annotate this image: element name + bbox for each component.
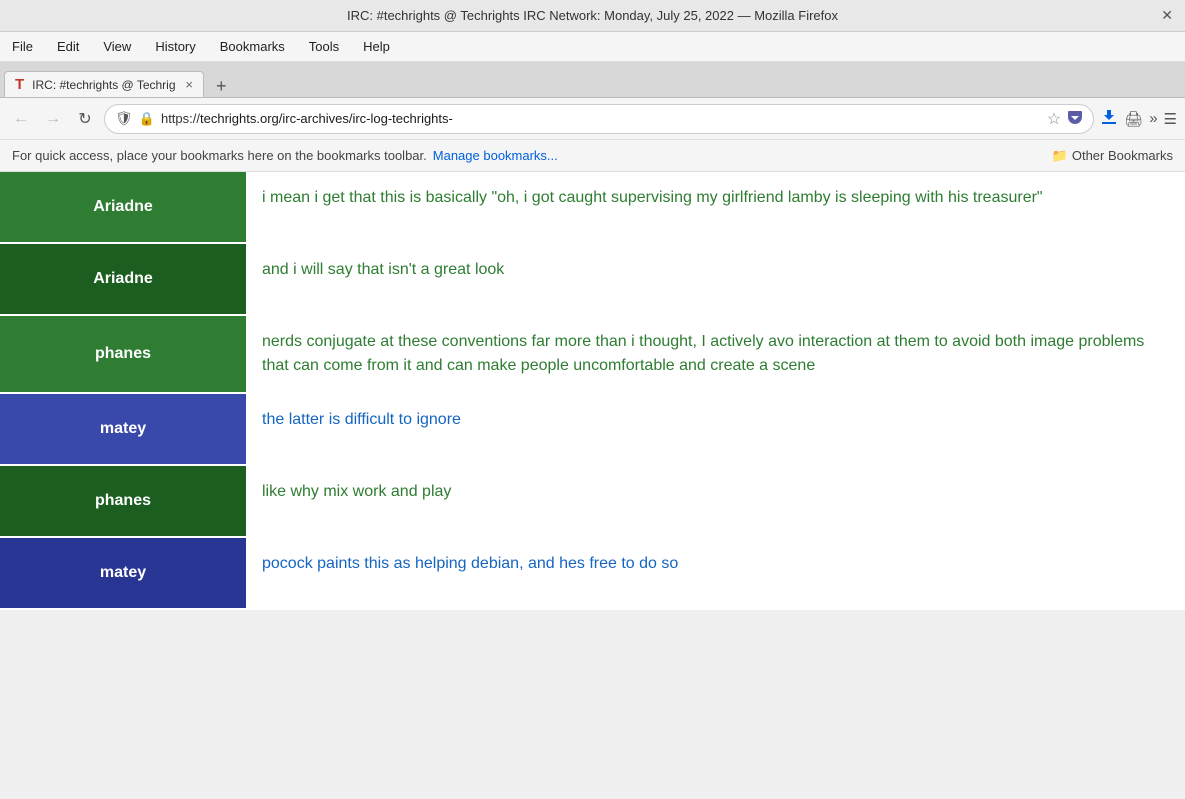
back-button[interactable]: ← <box>8 106 34 132</box>
menu-file[interactable]: File <box>8 37 37 56</box>
address-bar: ← → ↻ 🛡 🔒 https://techrights.org/irc-arc… <box>0 98 1185 140</box>
shield-icon: 🛡 <box>115 110 133 127</box>
chat-nick: Ariadne <box>0 172 246 242</box>
chat-content: Ariadnei mean i get that this is basical… <box>0 172 1185 610</box>
tab-close-button[interactable]: × <box>185 77 193 92</box>
chat-message: the latter is difficult to ignore <box>246 394 1185 464</box>
chat-row: phanesnerds conjugate at these conventio… <box>0 316 1185 394</box>
bookmarks-bar: For quick access, place your bookmarks h… <box>0 140 1185 172</box>
bookmarks-bar-text: For quick access, place your bookmarks h… <box>12 148 427 163</box>
chat-message: and i will say that isn't a great look <box>246 244 1185 314</box>
menu-bar: File Edit View History Bookmarks Tools H… <box>0 32 1185 62</box>
menu-bookmarks[interactable]: Bookmarks <box>216 37 289 56</box>
chat-message: like why mix work and play <box>246 466 1185 536</box>
menu-edit[interactable]: Edit <box>53 37 83 56</box>
tab-title: IRC: #techrights @ Techrig <box>32 78 175 92</box>
chat-row: mateypocock paints this as helping debia… <box>0 538 1185 610</box>
chat-message: pocock paints this as helping debian, an… <box>246 538 1185 608</box>
lock-icon: 🔒 <box>139 111 155 127</box>
window-close-button[interactable]: ✕ <box>1161 7 1173 24</box>
address-input-wrap[interactable]: 🛡 🔒 https://techrights.org/irc-archives/… <box>104 104 1094 134</box>
title-bar: IRC: #techrights @ Techrights IRC Networ… <box>0 0 1185 32</box>
forward-button[interactable]: → <box>40 106 66 132</box>
url-domain: techrights.org <box>200 111 279 126</box>
url-display[interactable]: https://techrights.org/irc-archives/irc-… <box>161 111 1041 126</box>
chat-row: phaneslike why mix work and play <box>0 466 1185 538</box>
menu-history[interactable]: History <box>151 37 199 56</box>
window-title: IRC: #techrights @ Techrights IRC Networ… <box>347 8 838 23</box>
url-path: /irc-archives/irc-log-techrights- <box>279 111 453 126</box>
manage-bookmarks-link[interactable]: Manage bookmarks... <box>433 148 558 163</box>
menu-help[interactable]: Help <box>359 37 394 56</box>
print-button[interactable]: 🖨 <box>1124 110 1143 128</box>
chat-nick: Ariadne <box>0 244 246 314</box>
menu-button[interactable]: ☰ <box>1164 110 1177 128</box>
tab-bar: T IRC: #techrights @ Techrig × + <box>0 62 1185 98</box>
chat-nick: matey <box>0 394 246 464</box>
download-button[interactable] <box>1100 108 1118 130</box>
chat-row: mateythe latter is difficult to ignore <box>0 394 1185 466</box>
chat-row: Ariadnei mean i get that this is basical… <box>0 172 1185 244</box>
bookmark-star-button[interactable]: ☆ <box>1047 109 1061 129</box>
chat-row: Ariadneand i will say that isn't a great… <box>0 244 1185 316</box>
pocket-button[interactable] <box>1067 109 1083 128</box>
more-tools-button[interactable]: » <box>1149 110 1157 127</box>
other-bookmarks[interactable]: 📁 Other Bookmarks <box>1052 148 1173 164</box>
active-tab[interactable]: T IRC: #techrights @ Techrig × <box>4 71 204 97</box>
new-tab-button[interactable]: + <box>208 76 235 97</box>
chat-message: nerds conjugate at these conventions far… <box>246 316 1185 392</box>
chat-nick: phanes <box>0 466 246 536</box>
menu-view[interactable]: View <box>99 37 135 56</box>
other-bookmarks-label: Other Bookmarks <box>1072 148 1173 163</box>
tab-favicon: T <box>15 76 24 93</box>
chat-nick: phanes <box>0 316 246 392</box>
refresh-button[interactable]: ↻ <box>72 106 98 132</box>
menu-tools[interactable]: Tools <box>305 37 343 56</box>
chat-nick: matey <box>0 538 246 608</box>
chat-message: i mean i get that this is basically "oh,… <box>246 172 1185 242</box>
other-bookmarks-icon: 📁 <box>1052 148 1068 164</box>
